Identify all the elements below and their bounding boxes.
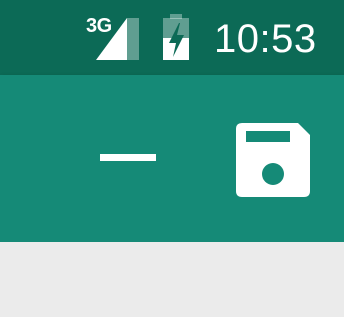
app-bar (0, 75, 344, 242)
minimize-icon (100, 154, 156, 161)
content-area (0, 242, 344, 317)
cellular-signal-icon (96, 18, 139, 60)
save-button[interactable] (226, 113, 320, 207)
floppy-disk-save-icon (236, 123, 310, 197)
status-bar-clock: 10:53 (214, 17, 317, 61)
status-bar: 3G 10:53 (0, 0, 344, 75)
battery-charging-icon (163, 14, 189, 60)
minimize-button[interactable] (88, 127, 168, 187)
screen: 3G 10:53 (0, 0, 344, 317)
